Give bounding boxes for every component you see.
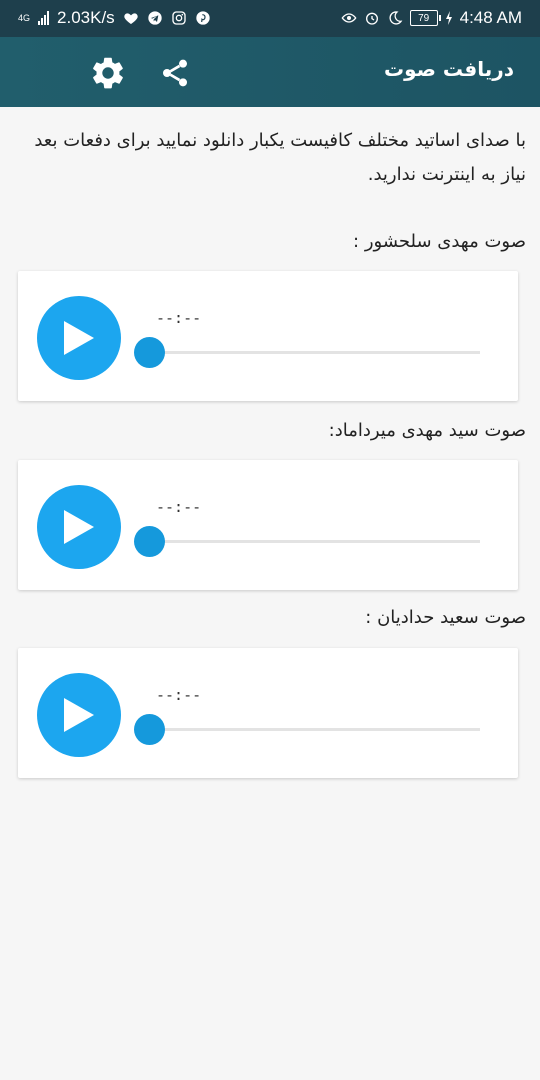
status-left: 4G 2.03K/s [18,8,211,28]
page-title: دریافت صوت [384,57,514,81]
audio-player-card: --:-- [18,648,518,778]
play-button[interactable] [37,673,121,757]
audio-player-card: --:-- [18,460,518,590]
clock: 4:48 AM [459,8,522,27]
battery-level: 79 [418,12,430,24]
share-button[interactable] [155,53,195,93]
intro-text: با صدای اساتید مختلف کافیست یکبار دانلود… [34,130,526,185]
share-icon [163,59,187,87]
play-icon [64,510,94,544]
status-right: 79 4:48 AM [341,8,522,28]
player-label: صوت مهدی سلحشور : [353,231,526,252]
heart-icon [124,13,138,24]
status-bar: 4G 2.03K/s 79 4:48 AM [0,0,540,37]
eye-icon [341,13,357,23]
play-button[interactable] [37,485,121,569]
seek-track[interactable] [150,728,480,731]
moon-icon [389,11,402,25]
seek-track[interactable] [150,540,480,543]
instagram-icon [172,11,186,25]
telegram-icon [148,11,162,25]
alarm-icon [365,12,378,25]
seek-track[interactable] [150,351,480,354]
network-speed: 2.03K/s [57,8,115,27]
play-button[interactable] [37,296,121,380]
seek-thumb[interactable] [134,714,165,745]
charging-icon [445,11,452,25]
player-label: صوت سید مهدی میرداماد: [328,420,526,441]
play-icon [64,321,94,355]
network-type: 4G [18,12,31,23]
seek-thumb[interactable] [134,526,165,557]
time-display: --:-- [156,686,202,704]
time-display: --:-- [156,309,202,327]
settings-button[interactable] [88,53,128,93]
seek-thumb[interactable] [134,337,165,368]
app-bar: دریافت صوت [0,37,540,107]
player-label: صوت سعید حدادیان : [365,607,526,628]
audio-player-card: --:-- [18,271,518,401]
battery-icon: 79 [409,10,441,26]
pinterest-icon [196,11,210,25]
signal-icon [38,11,50,25]
gear-icon [93,57,123,89]
play-icon [64,698,94,732]
time-display: --:-- [156,498,202,516]
